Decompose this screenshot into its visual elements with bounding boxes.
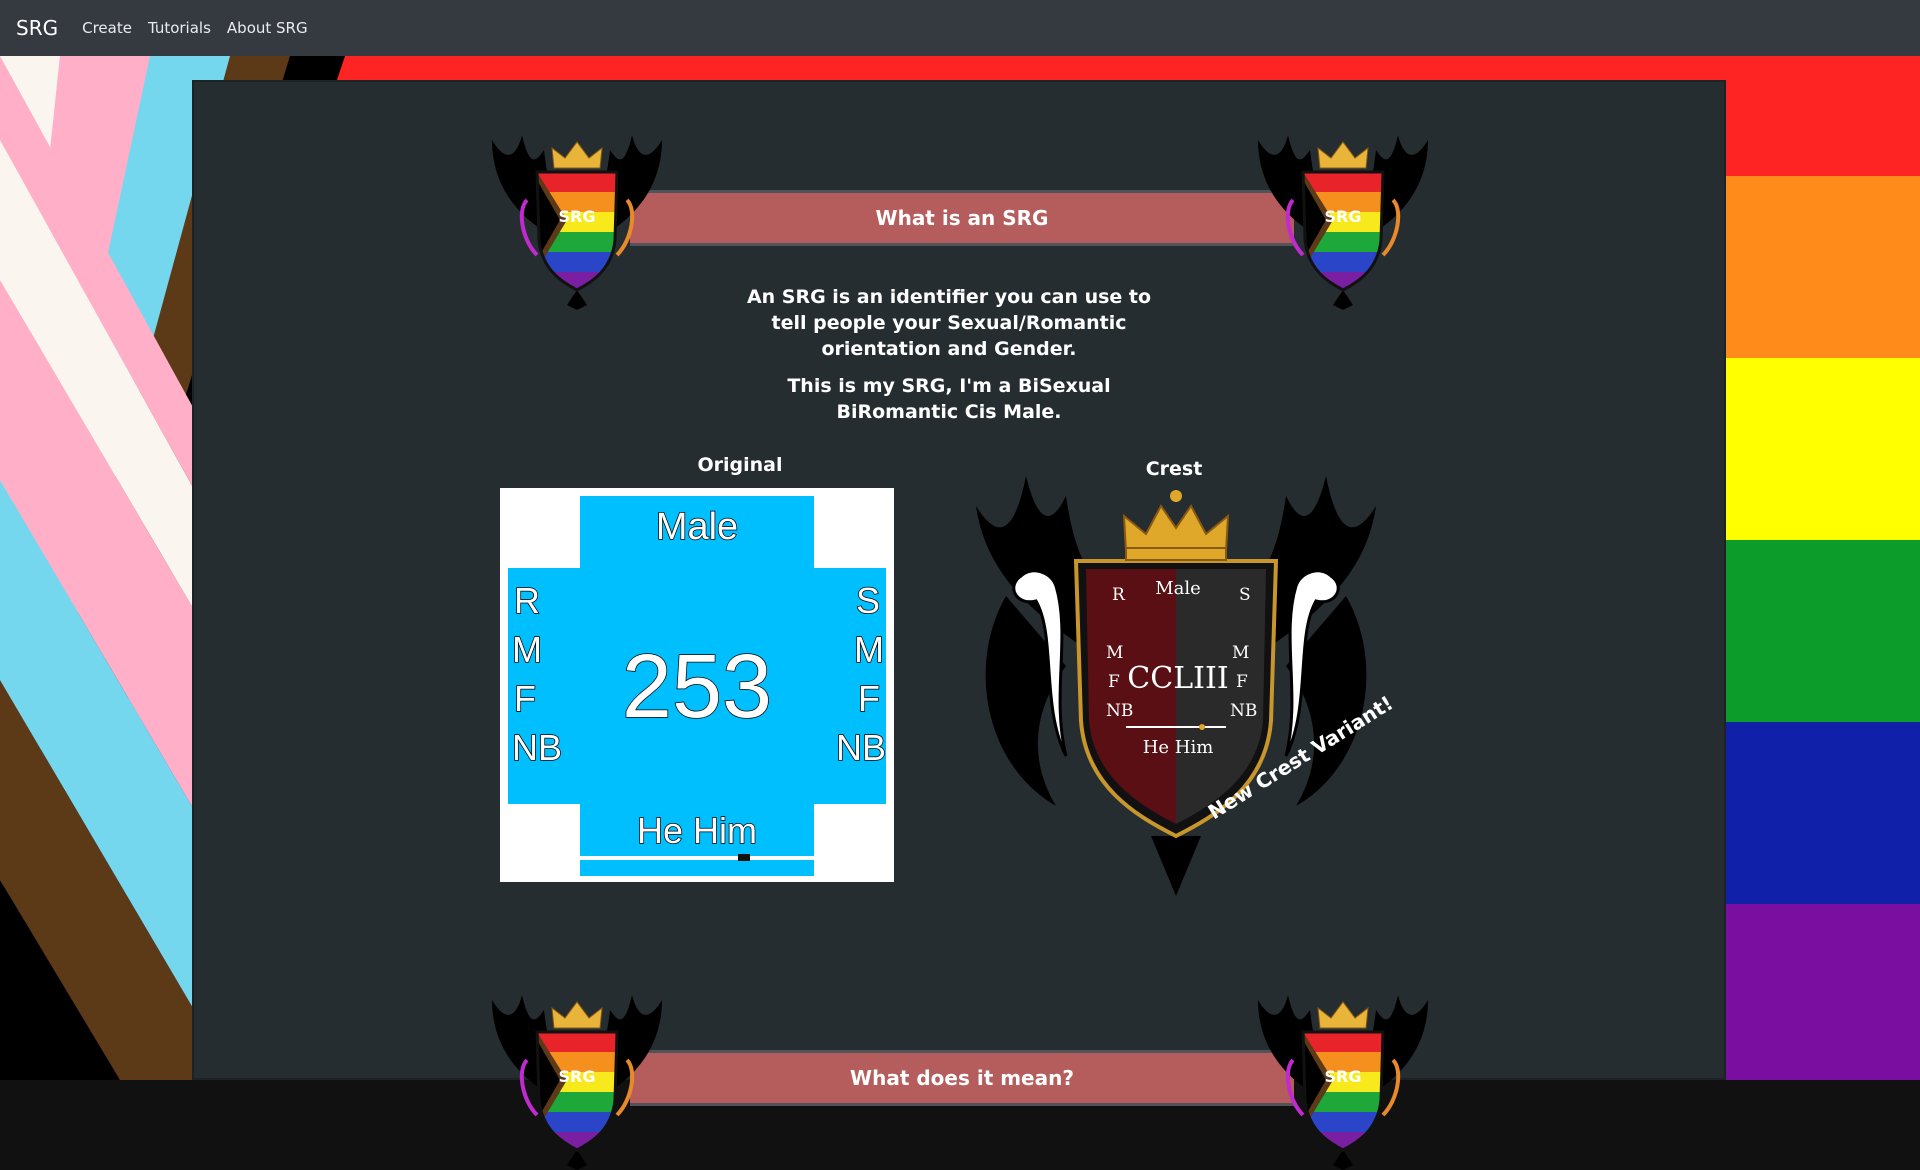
crest-right-letter-nb: NB — [1230, 701, 1257, 721]
srg-emblem-text: SRG — [1325, 207, 1362, 226]
crest-gender-text: Male — [1155, 578, 1201, 599]
srg-crest-emblem-left: SRG — [492, 135, 662, 310]
nav-link-tutorials[interactable]: Tutorials — [148, 19, 211, 37]
pronoun-scale-marker — [738, 854, 750, 861]
my-srg-description: This is my SRG, I'm a BiSexual BiRomanti… — [787, 375, 1111, 423]
srg-emblem-text: SRG — [1325, 1067, 1362, 1086]
crest-right-letter-f: F — [1236, 672, 1248, 692]
gender-text: Male — [655, 505, 739, 549]
srg-emblem-text: SRG — [559, 207, 596, 226]
srg-crest-large: Male CCLIII R M F NB S M F NB He Him — [976, 476, 1376, 896]
crest-pronouns: He Him — [1143, 737, 1214, 758]
main-content-card: What is an SRG SRG SRG An SRG is an iden… — [192, 80, 1726, 1170]
crest-right-letter-s: S — [1239, 585, 1251, 605]
crest-left-letter-nb: NB — [1106, 701, 1133, 721]
crest-right-letter-m: M — [1232, 643, 1249, 663]
section-heading: What does it mean? — [630, 1050, 1294, 1106]
original-label: Original — [697, 454, 783, 476]
intro-paragraph: An SRG is an identifier you can use to t… — [746, 286, 1152, 360]
srg-number: 253 — [621, 636, 773, 738]
left-letter-m: M — [511, 628, 543, 671]
pronouns-text: He Him — [636, 809, 758, 852]
right-letter-s: S — [855, 579, 881, 622]
nav-link-create[interactable]: Create — [82, 19, 132, 37]
crest-left-letter-m: M — [1106, 643, 1123, 663]
right-letter-m: M — [853, 628, 885, 671]
crest-left-letter-f: F — [1108, 672, 1120, 692]
section-banner-what-does-it-mean: What does it mean? SRG SRG — [482, 990, 1442, 1170]
crest-numeral: CCLIII — [1127, 661, 1228, 696]
pronoun-scale-line — [580, 856, 814, 860]
right-letter-f: F — [857, 677, 881, 720]
left-letter-f: F — [513, 677, 537, 720]
section-heading-text: What is an SRG — [875, 206, 1049, 230]
section-heading-text: What does it mean? — [850, 1066, 1074, 1090]
top-navbar: SRG Create Tutorials About SRG — [0, 0, 1920, 56]
srg-crest-emblem-left: SRG — [492, 995, 662, 1170]
right-letter-nb: NB — [835, 726, 887, 769]
srg-crest-emblem-right: SRG — [1258, 995, 1428, 1170]
section-banner-what-is: What is an SRG SRG SRG — [482, 130, 1442, 310]
srg-emblem-text: SRG — [559, 1067, 596, 1086]
original-srg-card: Male 253 R M F NB S M F NB He Him — [500, 488, 894, 882]
crest-left-letter-r: R — [1112, 585, 1126, 605]
srg-crest-emblem-right: SRG — [1258, 135, 1428, 310]
section-heading: What is an SRG — [630, 190, 1294, 246]
left-letter-r: R — [513, 579, 541, 622]
brand-logo[interactable]: SRG — [16, 16, 58, 40]
left-letter-nb: NB — [511, 726, 563, 769]
nav-link-about[interactable]: About SRG — [227, 19, 308, 37]
